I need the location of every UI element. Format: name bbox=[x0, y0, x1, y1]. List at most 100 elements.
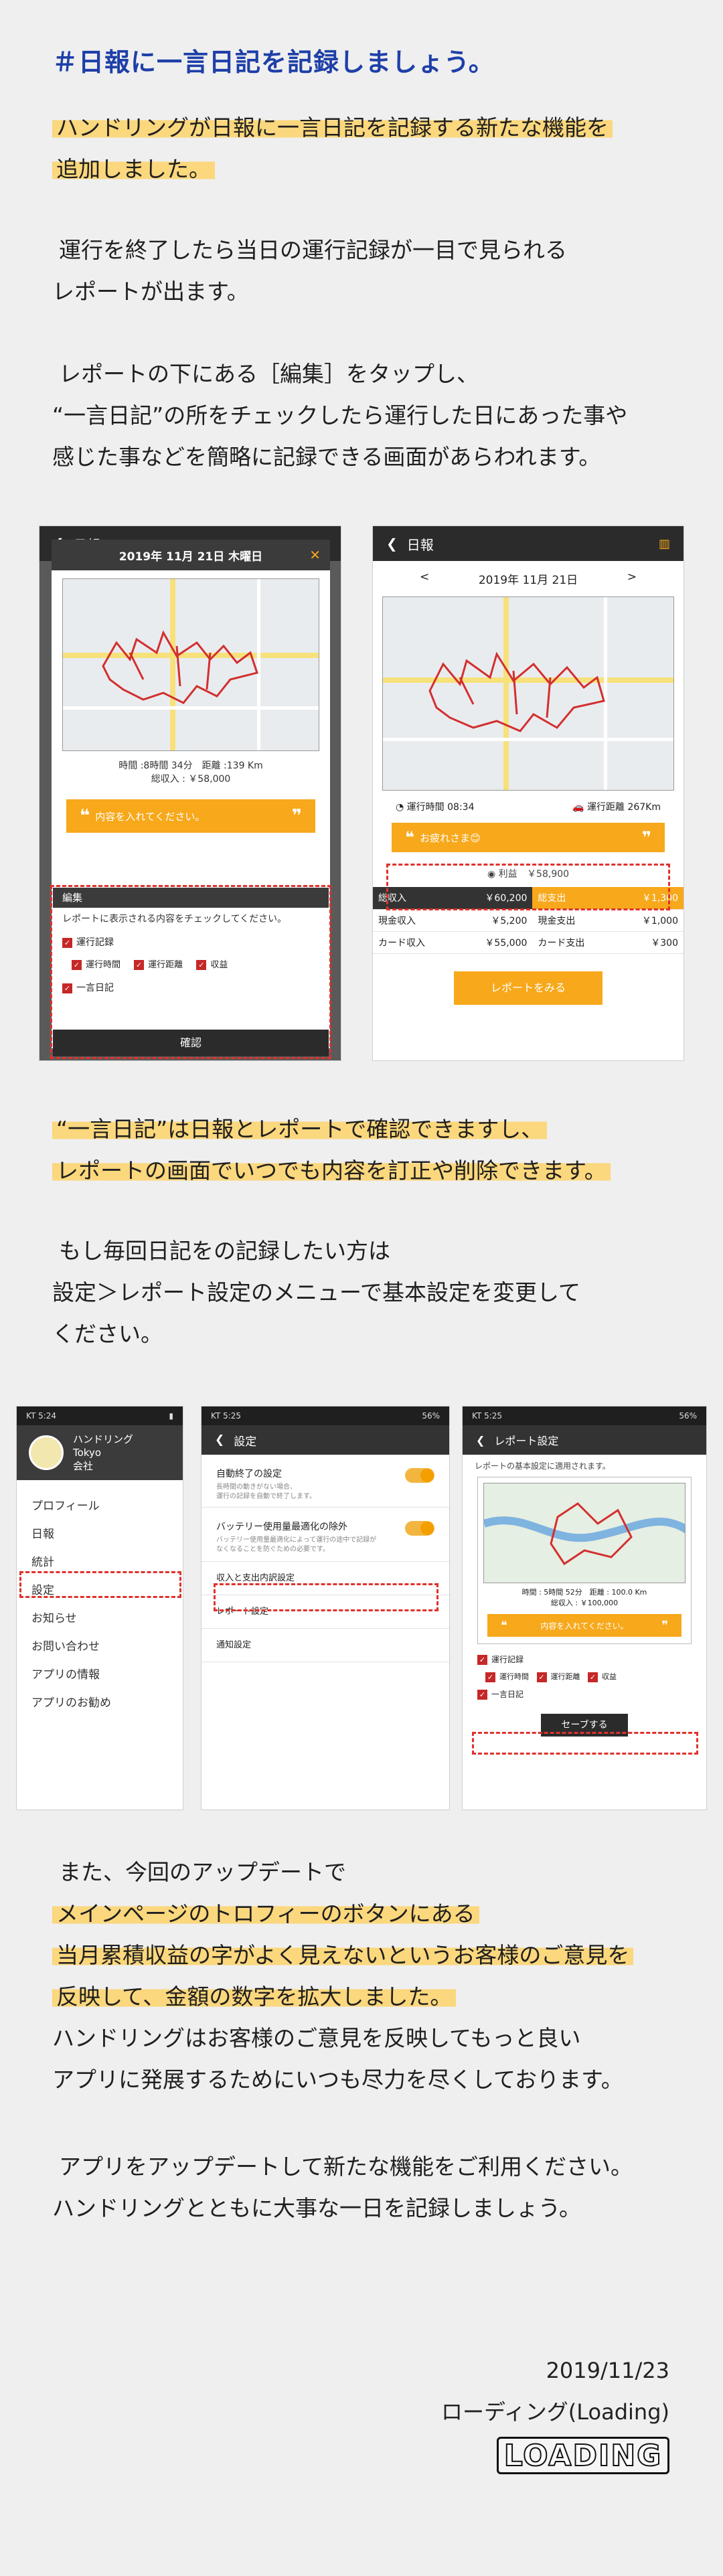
app-bar: ❮ 日報 ▥ bbox=[373, 526, 684, 561]
battery-desc-2: なくなることを防ぐための必要です。 bbox=[216, 1546, 329, 1553]
status-battery: 56% bbox=[422, 1411, 440, 1421]
menu-item-profile[interactable]: プロフィール bbox=[17, 1492, 183, 1520]
status-time: KT 5:24 bbox=[26, 1411, 57, 1421]
dialog-date: 2019年 11月 21日 木曜日 bbox=[118, 550, 263, 564]
memo-placeholder: 内容を入れてください。 bbox=[95, 810, 206, 823]
checkbox-checked-icon: ✓ bbox=[536, 1672, 547, 1682]
auto-end-desc-1: 長時間の動きがない場合、 bbox=[216, 1483, 297, 1491]
menu-item-recommend[interactable]: アプリのお勧め bbox=[17, 1689, 183, 1717]
auto-end-toggle[interactable] bbox=[405, 1468, 434, 1483]
p6-line-1: また、今回のアップデートで bbox=[59, 1859, 346, 1885]
status-bar: KT 5:25 56% bbox=[463, 1406, 706, 1425]
table-row: カード収入 ￥55,000 カード支出 ￥300 bbox=[373, 931, 684, 954]
footer-date: 2019/11/23 bbox=[546, 2358, 669, 2383]
close-quote-icon: ❞ bbox=[291, 806, 302, 826]
screenshot-drawer-menu: KT 5:24 ▮ ハンドリング Tokyo 会社 プロフィール 日報 統計 設定… bbox=[16, 1406, 183, 1810]
sub-checkbox-row: ✓ 運行時間 ✓ 運行距離 ✓ 収益 bbox=[477, 1668, 692, 1686]
report-date: 2019年 11月 21日 bbox=[478, 574, 578, 587]
table-cell: 現金支出 bbox=[532, 909, 616, 932]
status-bar: KT 5:25 56% bbox=[202, 1406, 449, 1425]
user-sub-2: 会社 bbox=[73, 1460, 94, 1472]
screenshot-daily-report: ❮ 日報 ▥ < 2019年 11月 21日 > ◔ 運行時間 08:34 🚗 … bbox=[372, 526, 684, 1061]
table-cell: ￥1,000 bbox=[615, 909, 684, 932]
edit-paragraph: レポートの下にある［編集］をタップし、 “一言日記”の所をチェックしたら運行した… bbox=[52, 353, 627, 478]
close-icon[interactable]: ✕ bbox=[309, 547, 321, 563]
run-distance-value: 267Km bbox=[627, 802, 661, 813]
preview-memo: ❝ 内容を入れてください。 ❞ bbox=[487, 1614, 681, 1637]
highlight-box bbox=[19, 1571, 181, 1598]
p5-line-3: ください。 bbox=[52, 1321, 163, 1347]
report-checkboxes: ✓ 運行記録 ✓ 運行時間 ✓ 運行距離 ✓ 収益 ✓ 一言日記 bbox=[463, 1644, 706, 1703]
open-quote-icon: ❝ bbox=[80, 806, 90, 826]
cb-run-label: 運行記録 bbox=[491, 1655, 524, 1664]
run-distance-label: 運行距離 bbox=[587, 802, 625, 813]
back-arrow-icon[interactable]: ❮ bbox=[215, 1433, 224, 1447]
p3-line-2: “一言日記”の所をチェックしたら運行した日にあった事や bbox=[52, 402, 628, 428]
highlight-box bbox=[386, 864, 670, 910]
memo-display[interactable]: ❝ お疲れさま😊 ❞ bbox=[392, 823, 665, 852]
battery-toggle[interactable] bbox=[405, 1521, 434, 1536]
close-quote-icon: ❞ bbox=[641, 828, 651, 847]
menu-item-contact[interactable]: お問い合わせ bbox=[17, 1633, 183, 1661]
app-bar-title: 設定 bbox=[234, 1435, 257, 1449]
run-time-label: 運行時間 bbox=[406, 802, 445, 813]
checkbox-run-distance[interactable]: ✓ 運行距離 bbox=[536, 1672, 580, 1682]
table-cell: ￥5,200 bbox=[456, 909, 533, 932]
checkbox-run-time[interactable]: ✓ 運行時間 bbox=[485, 1672, 529, 1682]
p4-line-1: “一言日記”は日報とレポートで確認できますし、 bbox=[52, 1116, 548, 1142]
preview-memo-placeholder: 内容を入れてください。 bbox=[540, 1621, 629, 1631]
menu-item-notice[interactable]: お知らせ bbox=[17, 1605, 183, 1633]
open-quote-icon: ❝ bbox=[405, 828, 415, 847]
p7-line-1: アプリをアップデートして新たな機能をご利用ください。 bbox=[59, 2154, 633, 2180]
app-bar-title: レポート設定 bbox=[494, 1435, 559, 1447]
table-cell: カード支出 bbox=[532, 931, 616, 954]
checkbox-run-record[interactable]: ✓ 運行記録 bbox=[477, 1651, 692, 1668]
intro-line-2: 追加しました。 bbox=[52, 156, 215, 182]
route-map bbox=[483, 1483, 686, 1583]
drawer-menu: プロフィール 日報 統計 設定 お知らせ お問い合わせ アプリの情報 アプリのお… bbox=[17, 1480, 183, 1717]
menu-item-daily[interactable]: 日報 bbox=[17, 1520, 183, 1548]
run-summary: ◔ 運行時間 08:34 🚗 運行距離 267Km bbox=[373, 791, 684, 817]
screenshot-settings: KT 5:25 56% ❮ 設定 自動終了の設定 長時間の動きがない場合、 運行の… bbox=[201, 1406, 450, 1810]
checkbox-income[interactable]: ✓ 収益 bbox=[588, 1672, 617, 1682]
setting-battery: バッテリー使用量最適化の除外 バッテリー使用量最適化によって運行の途中で記録が … bbox=[202, 1508, 449, 1562]
app-bar: ❮ 設定 bbox=[202, 1425, 449, 1455]
view-report-button[interactable]: レポートをみる bbox=[454, 971, 602, 1005]
loading-logo: LOADING bbox=[497, 2437, 669, 2474]
memo-input[interactable]: ❝ 内容を入れてください。 ❞ bbox=[66, 799, 315, 833]
checkbox-checked-icon: ✓ bbox=[485, 1672, 495, 1682]
settings-paragraph: もし毎回日記をの記録したい方は 設定＞レポート設定のメニューで基本設定を変更して… bbox=[52, 1230, 580, 1355]
cb-time-label: 運行時間 bbox=[499, 1672, 529, 1681]
p7-line-2: ハンドリングとともに大事な一日を記録しましょう。 bbox=[52, 2195, 582, 2221]
page-heading: ＃日報に一言日記を記録しましょう。 bbox=[52, 48, 495, 77]
p6-line-4: 反映して、金額の数字を拡大しました。 bbox=[52, 1984, 457, 2010]
stats-line-1: 時間 :8時間 34分 距離 :139 Km bbox=[118, 760, 263, 771]
table-cell: ￥55,000 bbox=[456, 931, 533, 954]
table-cell: ￥300 bbox=[615, 931, 684, 954]
avatar[interactable] bbox=[29, 1435, 64, 1470]
date-nav: < 2019年 11月 21日 > bbox=[373, 561, 684, 596]
chart-icon[interactable]: ▥ bbox=[659, 537, 670, 551]
cb-diary-label: 一言日記 bbox=[491, 1690, 524, 1699]
auto-end-desc-2: 運行の記録を自動で終了します。 bbox=[216, 1493, 316, 1500]
prev-date-button[interactable]: < bbox=[420, 570, 429, 587]
menu-item-app-info[interactable]: アプリの情報 bbox=[17, 1661, 183, 1689]
p6-line-6: アプリに発展するためにいつも尽力を尽くしております。 bbox=[52, 2067, 623, 2093]
route-map bbox=[382, 596, 674, 791]
next-date-button[interactable]: > bbox=[627, 570, 637, 587]
intro-line-1: ハンドリングが日報に一言日記を記録する新たな機能を bbox=[52, 114, 613, 141]
checkbox-checked-icon: ✓ bbox=[477, 1690, 487, 1700]
screenshot-daily-edit: ❮ 日報 2019年 11月 21日 木曜日 ✕ 時間 :8時間 34分 距離 … bbox=[39, 526, 341, 1061]
back-arrow-icon[interactable]: ❮ bbox=[476, 1434, 485, 1447]
close-quote-icon: ❞ bbox=[661, 1618, 668, 1633]
battery-icon: ▮ bbox=[169, 1411, 173, 1421]
back-arrow-icon[interactable]: ❮ bbox=[386, 536, 398, 552]
p5-line-1: もし毎回日記をの記録したい方は bbox=[59, 1238, 390, 1264]
checkbox-diary[interactable]: ✓ 一言日記 bbox=[477, 1686, 692, 1703]
preview-stats: 時間 : 5時間 52分 距離 : 100.0 Km 総収入 : ￥100,00… bbox=[483, 1587, 686, 1609]
setting-notice[interactable]: 通知設定 bbox=[202, 1629, 449, 1662]
footer: 2019/11/23 ローディング(Loading) bbox=[441, 2350, 669, 2433]
run-time-value: 08:34 bbox=[447, 802, 475, 813]
diary-edit-paragraph: “一言日記”は日報とレポートで確認できますし、 レポートの画面でいつでも内容を訂… bbox=[52, 1109, 611, 1192]
p6-line-5: ハンドリングはお客様のご意見を反映してもっと良い bbox=[52, 2025, 581, 2051]
